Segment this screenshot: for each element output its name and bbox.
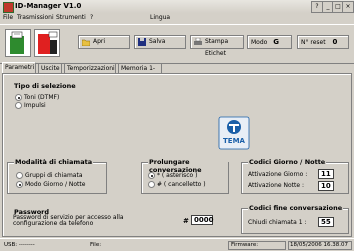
dial-option-pulse[interactable]: Impulsi bbox=[15, 102, 46, 109]
password-group: Password Password di servizio per access… bbox=[7, 208, 225, 234]
window-title: ID-Manager V1.0 bbox=[15, 2, 82, 10]
call-mode-title: Modalità di chiamata bbox=[14, 158, 94, 166]
printer-icon bbox=[194, 38, 202, 45]
extend-option-asterisk-label: * ( asterisco ) bbox=[157, 172, 198, 179]
radio-selected-icon bbox=[16, 181, 23, 188]
print-label-button[interactable]: Stampa Etichet bbox=[190, 35, 244, 57]
device-green-icon[interactable] bbox=[5, 29, 31, 57]
day-night-codes-group: Codici Giorno / Notte Attivazione Giorno… bbox=[241, 158, 349, 194]
device-red-graphic bbox=[38, 31, 58, 54]
tab-memoria[interactable]: Memoria 1-16 bbox=[118, 63, 162, 82]
tema-logo: TEMA bbox=[218, 116, 250, 150]
call-mode-groups[interactable]: Gruppi di chiamata bbox=[16, 172, 83, 179]
status-usb: USB: -------- bbox=[4, 242, 35, 248]
day-night-codes-title: Codici Giorno / Notte bbox=[248, 158, 327, 166]
status-file: File: bbox=[90, 242, 102, 248]
dial-option-tones-label: Toni (DTMF) bbox=[24, 94, 60, 101]
night-activation-input[interactable]: 10 bbox=[318, 181, 334, 191]
status-datetime: 18/05/2006 16.38.07 bbox=[290, 242, 348, 248]
app-window: ID-Manager V1.0 ? _ □ × File Trasmission… bbox=[0, 0, 354, 251]
radio-unselected-icon bbox=[148, 181, 155, 188]
radio-selected-icon bbox=[15, 94, 22, 101]
extend-option-hash[interactable]: # ( cancelletto ) bbox=[148, 181, 206, 188]
dial-option-tones[interactable]: Toni (DTMF) bbox=[15, 94, 59, 101]
reset-count-label: N° reset bbox=[301, 39, 326, 46]
dial-type-group: Tipo di selezione Toni (DTMF) Impulsi bbox=[7, 82, 111, 120]
menu-trasmissioni[interactable]: Trasmissioni bbox=[17, 14, 54, 21]
extend-option-hash-label: # ( cancelletto ) bbox=[157, 181, 206, 188]
call-mode-group: Modalità di chiamata Gruppi di chiamata … bbox=[7, 158, 107, 194]
menu-lingua[interactable]: Lingua bbox=[150, 14, 170, 21]
floppy-icon bbox=[138, 38, 146, 46]
toolbar: Apri Salva Stampa Etichet Modo G N° rese… bbox=[0, 24, 354, 64]
menu-help[interactable]: ? bbox=[90, 14, 93, 21]
close-call-input[interactable]: 55 bbox=[318, 217, 334, 227]
dial-option-pulse-label: Impulsi bbox=[24, 102, 46, 109]
menu-bar: File Trasmissioni Strumenti ? Lingua bbox=[0, 13, 354, 23]
open-button[interactable]: Apri bbox=[78, 35, 130, 49]
radio-unselected-icon bbox=[15, 102, 22, 109]
status-firmware: Firmware: bbox=[231, 242, 259, 248]
extend-call-group: Prolungare conversazione * ( asterisco )… bbox=[141, 158, 229, 194]
save-button[interactable]: Salva bbox=[134, 35, 186, 49]
mode-field: Modo G bbox=[247, 35, 292, 49]
reset-count-value: 0 bbox=[332, 38, 338, 46]
open-button-label: Apri bbox=[93, 38, 106, 45]
day-activation-label: Attivazione Giorno : bbox=[248, 171, 308, 178]
end-call-codes-group: Codici fine conversazione Chiudi chiamat… bbox=[241, 204, 349, 234]
dial-type-title: Tipo di selezione bbox=[13, 82, 77, 90]
radio-selected-icon bbox=[148, 172, 155, 179]
close-call-label: Chiudi chiamata 1 : bbox=[248, 219, 307, 226]
password-description: Password di servizio per accesso alla co… bbox=[13, 214, 124, 227]
close-button[interactable]: × bbox=[342, 1, 354, 13]
mode-label: Modo bbox=[251, 39, 268, 46]
night-activation-label: Attivazione Notte : bbox=[248, 182, 304, 189]
parameters-panel: Tipo di selezione Toni (DTMF) Impulsi TE… bbox=[2, 73, 352, 237]
end-call-codes-title: Codici fine conversazione bbox=[248, 204, 344, 212]
day-activation-input[interactable]: 11 bbox=[318, 169, 334, 179]
print-label-button-label: Stampa Etichet bbox=[205, 38, 229, 57]
status-bar: USB: -------- File: Firmware: 18/05/2006… bbox=[0, 238, 354, 251]
password-hash-symbol: # bbox=[183, 217, 189, 225]
call-mode-groups-label: Gruppi di chiamata bbox=[25, 172, 83, 179]
tema-logo-text: TEMA bbox=[223, 137, 246, 145]
tab-temporizzazioni[interactable]: Temporizzazioni bbox=[64, 63, 116, 73]
radio-unselected-icon bbox=[16, 172, 23, 179]
call-mode-daynight-label: Modo Giorno / Notte bbox=[25, 181, 86, 188]
save-button-label: Salva bbox=[149, 38, 166, 45]
tab-uscite[interactable]: Uscite bbox=[38, 63, 62, 73]
folder-icon bbox=[82, 39, 90, 46]
device-red-icon[interactable] bbox=[34, 29, 60, 57]
call-mode-daynight[interactable]: Modo Giorno / Notte bbox=[16, 181, 85, 188]
extend-option-asterisk[interactable]: * ( asterisco ) bbox=[148, 172, 197, 179]
device-green-graphic bbox=[10, 31, 24, 54]
mode-value: G bbox=[273, 38, 279, 46]
title-bar: ID-Manager V1.0 ? _ □ × bbox=[0, 0, 354, 13]
menu-strumenti[interactable]: Strumenti bbox=[56, 14, 86, 21]
menu-file[interactable]: File bbox=[3, 14, 13, 21]
reset-count-field: N° reset 0 bbox=[297, 35, 349, 49]
app-icon bbox=[3, 2, 14, 13]
tema-logo-graphic: TEMA bbox=[218, 116, 250, 150]
password-input[interactable]: 0000 bbox=[191, 215, 213, 225]
